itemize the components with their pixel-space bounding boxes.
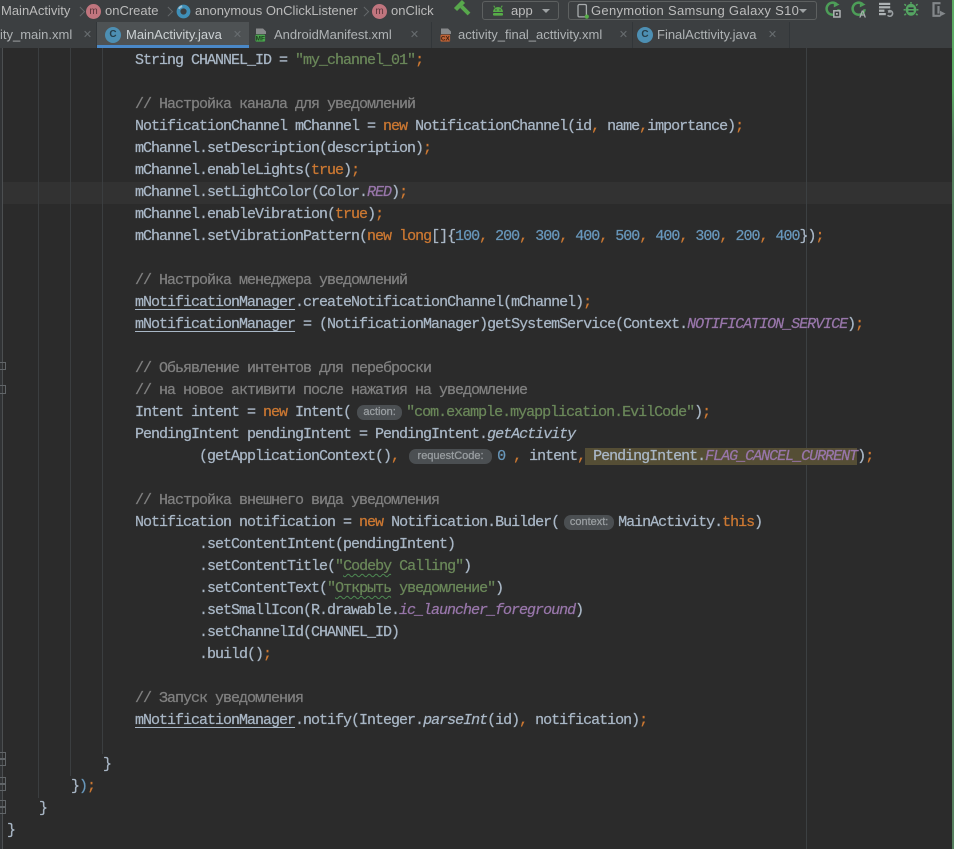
svg-text:CX: CX: [441, 35, 451, 42]
svg-text:MF: MF: [256, 35, 265, 42]
svg-text:A: A: [859, 9, 866, 19]
